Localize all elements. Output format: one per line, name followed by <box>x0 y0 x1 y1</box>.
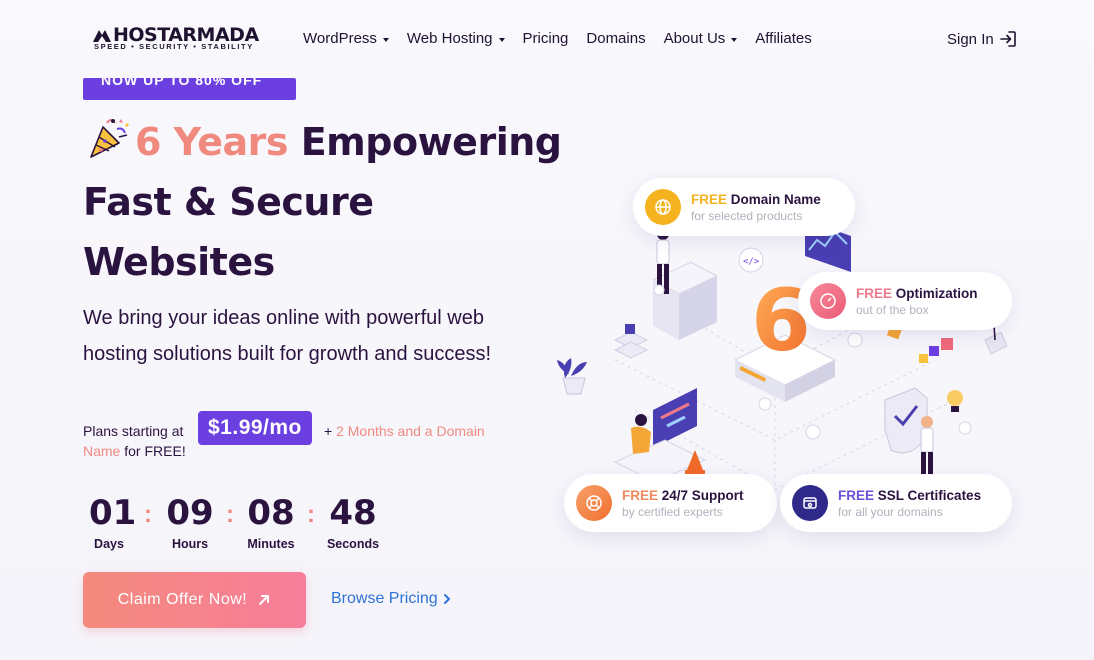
feature-card-ssl: FREE SSL Certificates for all your domai… <box>780 474 1012 532</box>
feature-card-domain: FREE Domain Name for selected products <box>633 178 855 236</box>
countdown-label: Seconds <box>326 537 380 551</box>
hero-illustration: 6 </> FREE Domain Name for selected prod… <box>555 170 1035 570</box>
logo-tagline: SPEED • SECURITY • STABILITY <box>94 42 254 51</box>
chevron-down-icon <box>498 37 505 42</box>
chevron-down-icon <box>731 37 738 42</box>
bonus-text-cont: Name <box>83 443 121 459</box>
nav-item-affiliates[interactable]: Affiliates <box>755 30 811 47</box>
page: HOSTARMADA SPEED • SECURITY • STABILITY … <box>0 0 1094 660</box>
hero-title-line-2: Fast & Secure <box>83 180 374 224</box>
browse-pricing-link[interactable]: Browse Pricing <box>331 590 452 608</box>
feature-free-label: FREE <box>622 487 659 503</box>
for-free-text: for FREE! <box>124 443 186 459</box>
bonus-text: 2 Months and a Domain <box>336 423 485 439</box>
nav-item-wordpress[interactable]: WordPress <box>303 30 389 47</box>
chevron-right-icon <box>443 594 450 604</box>
speedometer-icon <box>810 283 846 319</box>
countdown-separator: : <box>226 501 234 528</box>
party-popper-icon <box>90 119 129 158</box>
nav-item-web-hosting[interactable]: Web Hosting <box>407 30 505 47</box>
countdown-separator: : <box>144 501 152 528</box>
countdown-label: Minutes <box>247 537 295 551</box>
countdown-days: 01 Days <box>89 491 137 551</box>
feature-subtitle: by certified experts <box>622 504 723 519</box>
promo-banner[interactable]: NOW UP TO 80% OFF <box>83 78 296 100</box>
countdown-separator: : <box>307 501 315 528</box>
hero-title-line-3: Websites <box>83 240 275 284</box>
hero-title: 6 Years Empowering Fast & Secure Website… <box>83 112 583 292</box>
svg-text:</>: </> <box>743 257 760 267</box>
claim-offer-button[interactable]: Claim Offer Now! <box>83 572 306 628</box>
feature-free-label: FREE <box>856 285 893 301</box>
nav-item-pricing[interactable]: Pricing <box>523 30 569 47</box>
chevron-down-icon <box>382 37 389 42</box>
countdown-value: 08 <box>247 493 295 533</box>
feature-subtitle: out of the box <box>856 302 929 317</box>
arrow-up-right-icon <box>259 595 270 605</box>
plus-sign: + <box>324 423 333 439</box>
feature-title: Optimization <box>895 285 978 301</box>
main-nav: WordPress Web Hosting Pricing Domains Ab… <box>303 30 830 47</box>
feature-card-support: FREE 24/7 Support by certified experts <box>564 474 777 532</box>
countdown-label: Days <box>94 537 124 551</box>
feature-free-label: FREE <box>691 191 728 207</box>
hero-title-part-1: Empowering <box>287 120 562 164</box>
countdown-minutes: 08 Minutes <box>244 491 298 551</box>
feature-title: 24/7 Support <box>661 487 744 503</box>
globe-icon <box>645 189 681 225</box>
feature-card-optimization: FREE Optimization out of the box <box>798 272 1012 330</box>
feature-title: SSL Certificates <box>877 487 982 503</box>
sign-in-icon <box>999 31 1016 47</box>
logo-mark-icon <box>93 30 111 42</box>
plans-starting-label: Plans starting at <box>83 423 184 439</box>
site-header: HOSTARMADA SPEED • SECURITY • STABILITY … <box>0 0 1094 78</box>
feature-free-label: FREE <box>838 487 875 503</box>
lifebuoy-icon <box>576 485 612 521</box>
nav-item-domains[interactable]: Domains <box>586 30 645 47</box>
sign-in-link[interactable]: Sign In <box>947 30 1017 48</box>
feature-title: Domain Name <box>730 191 821 207</box>
hero-title-highlight: 6 Years <box>135 120 288 164</box>
countdown-value: 09 <box>166 493 214 533</box>
price-badge: $1.99/mo <box>198 411 312 445</box>
countdown-hours: 09 Hours <box>165 491 215 551</box>
logo[interactable]: HOSTARMADA SPEED • SECURITY • STABILITY <box>92 24 262 54</box>
countdown-seconds: 48 Seconds <box>325 491 381 551</box>
feature-subtitle: for all your domains <box>838 504 943 519</box>
nav-item-about-us[interactable]: About Us <box>664 30 738 47</box>
hero-subtitle: We bring your ideas online with powerful… <box>83 307 491 365</box>
ssl-lock-icon <box>792 485 828 521</box>
countdown-label: Hours <box>171 537 209 551</box>
countdown-value: 01 <box>89 493 137 533</box>
countdown-value: 48 <box>329 493 377 533</box>
feature-subtitle: for selected products <box>691 208 803 223</box>
